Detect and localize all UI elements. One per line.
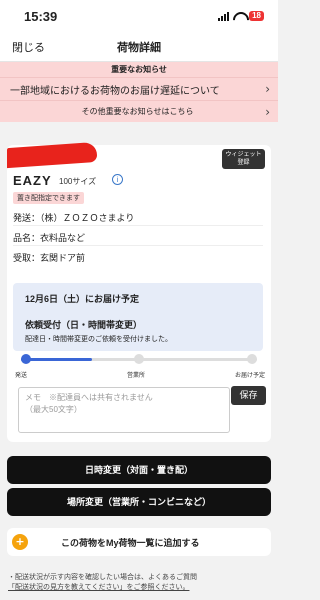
close-button[interactable]: 閉じる xyxy=(12,39,45,55)
delivery-box: 12月6日（土）にお届け予定 依頼受付（日・時間帯変更） 配達日・時間帯変更のご… xyxy=(13,283,263,351)
divider xyxy=(13,225,263,226)
progress-step-shipped xyxy=(21,354,31,364)
signal-icon xyxy=(218,11,230,21)
progress-label-shipped: 発送 xyxy=(15,373,28,379)
drop-off-tag: 置き配指定できます xyxy=(13,192,84,204)
delivery-schedule: 12月6日（土）にお届け予定 xyxy=(25,294,140,304)
faq-link[interactable]: 「配送状況の見方を教えてください」をご参照ください。 xyxy=(8,583,270,593)
add-to-list-button[interactable]: + この荷物をMy荷物一覧に追加する xyxy=(7,528,271,556)
status-bar: 15:39 18 xyxy=(0,0,278,32)
status-icons: 18 xyxy=(218,11,264,21)
progress-fill xyxy=(21,358,92,361)
memo-placeholder: メモ ※配達員へは共有されません （最大50文字） xyxy=(25,393,153,414)
request-note: 配達日・時間帯変更のご依頼を受付けました。 xyxy=(25,336,172,343)
footnote-line-1: ・配送状況が示す内容を確認したい場合は、よくあるご質問 xyxy=(8,574,197,581)
nav-bar: 閉じる 荷物詳細 xyxy=(0,32,278,62)
footnote: ・配送状況が示す内容を確認したい場合は、よくあるご質問 「配送状況の見方を教えて… xyxy=(8,573,270,593)
redacted-mark xyxy=(7,141,97,169)
notice-header: 重要なお知らせ xyxy=(0,62,278,77)
notice-item-label: 一部地域におけるお荷物のお届け遅延について xyxy=(10,85,220,97)
progress-label-delivery: お届け予定 xyxy=(235,373,266,379)
request-status: 依頼受付（日・時間帯変更） xyxy=(25,320,143,330)
sender-line: 発送：（株）ＺＯＺＯさまより xyxy=(13,213,135,223)
info-icon[interactable]: i xyxy=(112,174,123,185)
progress-label-office: 営業所 xyxy=(127,373,146,379)
add-icon: + xyxy=(12,534,28,550)
status-time: 15:39 xyxy=(24,8,58,24)
brand-logo: EAZY xyxy=(13,173,52,188)
progress-step-office xyxy=(134,354,144,364)
item-line: 品名：衣料品など xyxy=(13,233,86,243)
receive-line: 受取：玄関ドア前 xyxy=(13,253,86,263)
notice-item-other[interactable]: その他重要なお知らせはこちら › xyxy=(0,100,278,122)
add-to-list-label: この荷物をMy荷物一覧に追加する xyxy=(61,538,200,548)
battery-icon: 18 xyxy=(249,11,264,21)
notice-item-delay[interactable]: 一部地域におけるお荷物のお届け遅延について › xyxy=(0,77,278,100)
memo-save-button[interactable]: 保存 xyxy=(231,386,266,405)
divider xyxy=(13,245,263,246)
widget-register-button[interactable]: ウィジェット 登録 xyxy=(222,149,265,169)
chevron-right-icon: › xyxy=(265,104,270,119)
package-card: ウィジェット 登録 EAZY 100サイズ i 置き配指定できます 発送：（株）… xyxy=(7,141,271,442)
wifi-icon xyxy=(233,12,245,21)
notice-item-label: その他重要なお知らせはこちら xyxy=(81,107,194,116)
memo-input[interactable]: メモ ※配達員へは共有されません （最大50文字） xyxy=(18,387,230,433)
chevron-right-icon: › xyxy=(265,82,270,96)
widget-register-label: ウィジェット 登録 xyxy=(225,152,262,166)
progress-step-delivery xyxy=(247,354,257,364)
change-time-button[interactable]: 日時変更（対面・置き配） xyxy=(7,456,271,484)
change-place-button[interactable]: 場所変更（営業所・コンビニなど） xyxy=(7,488,271,516)
package-size: 100サイズ xyxy=(59,177,97,186)
delivery-progress xyxy=(21,353,257,367)
